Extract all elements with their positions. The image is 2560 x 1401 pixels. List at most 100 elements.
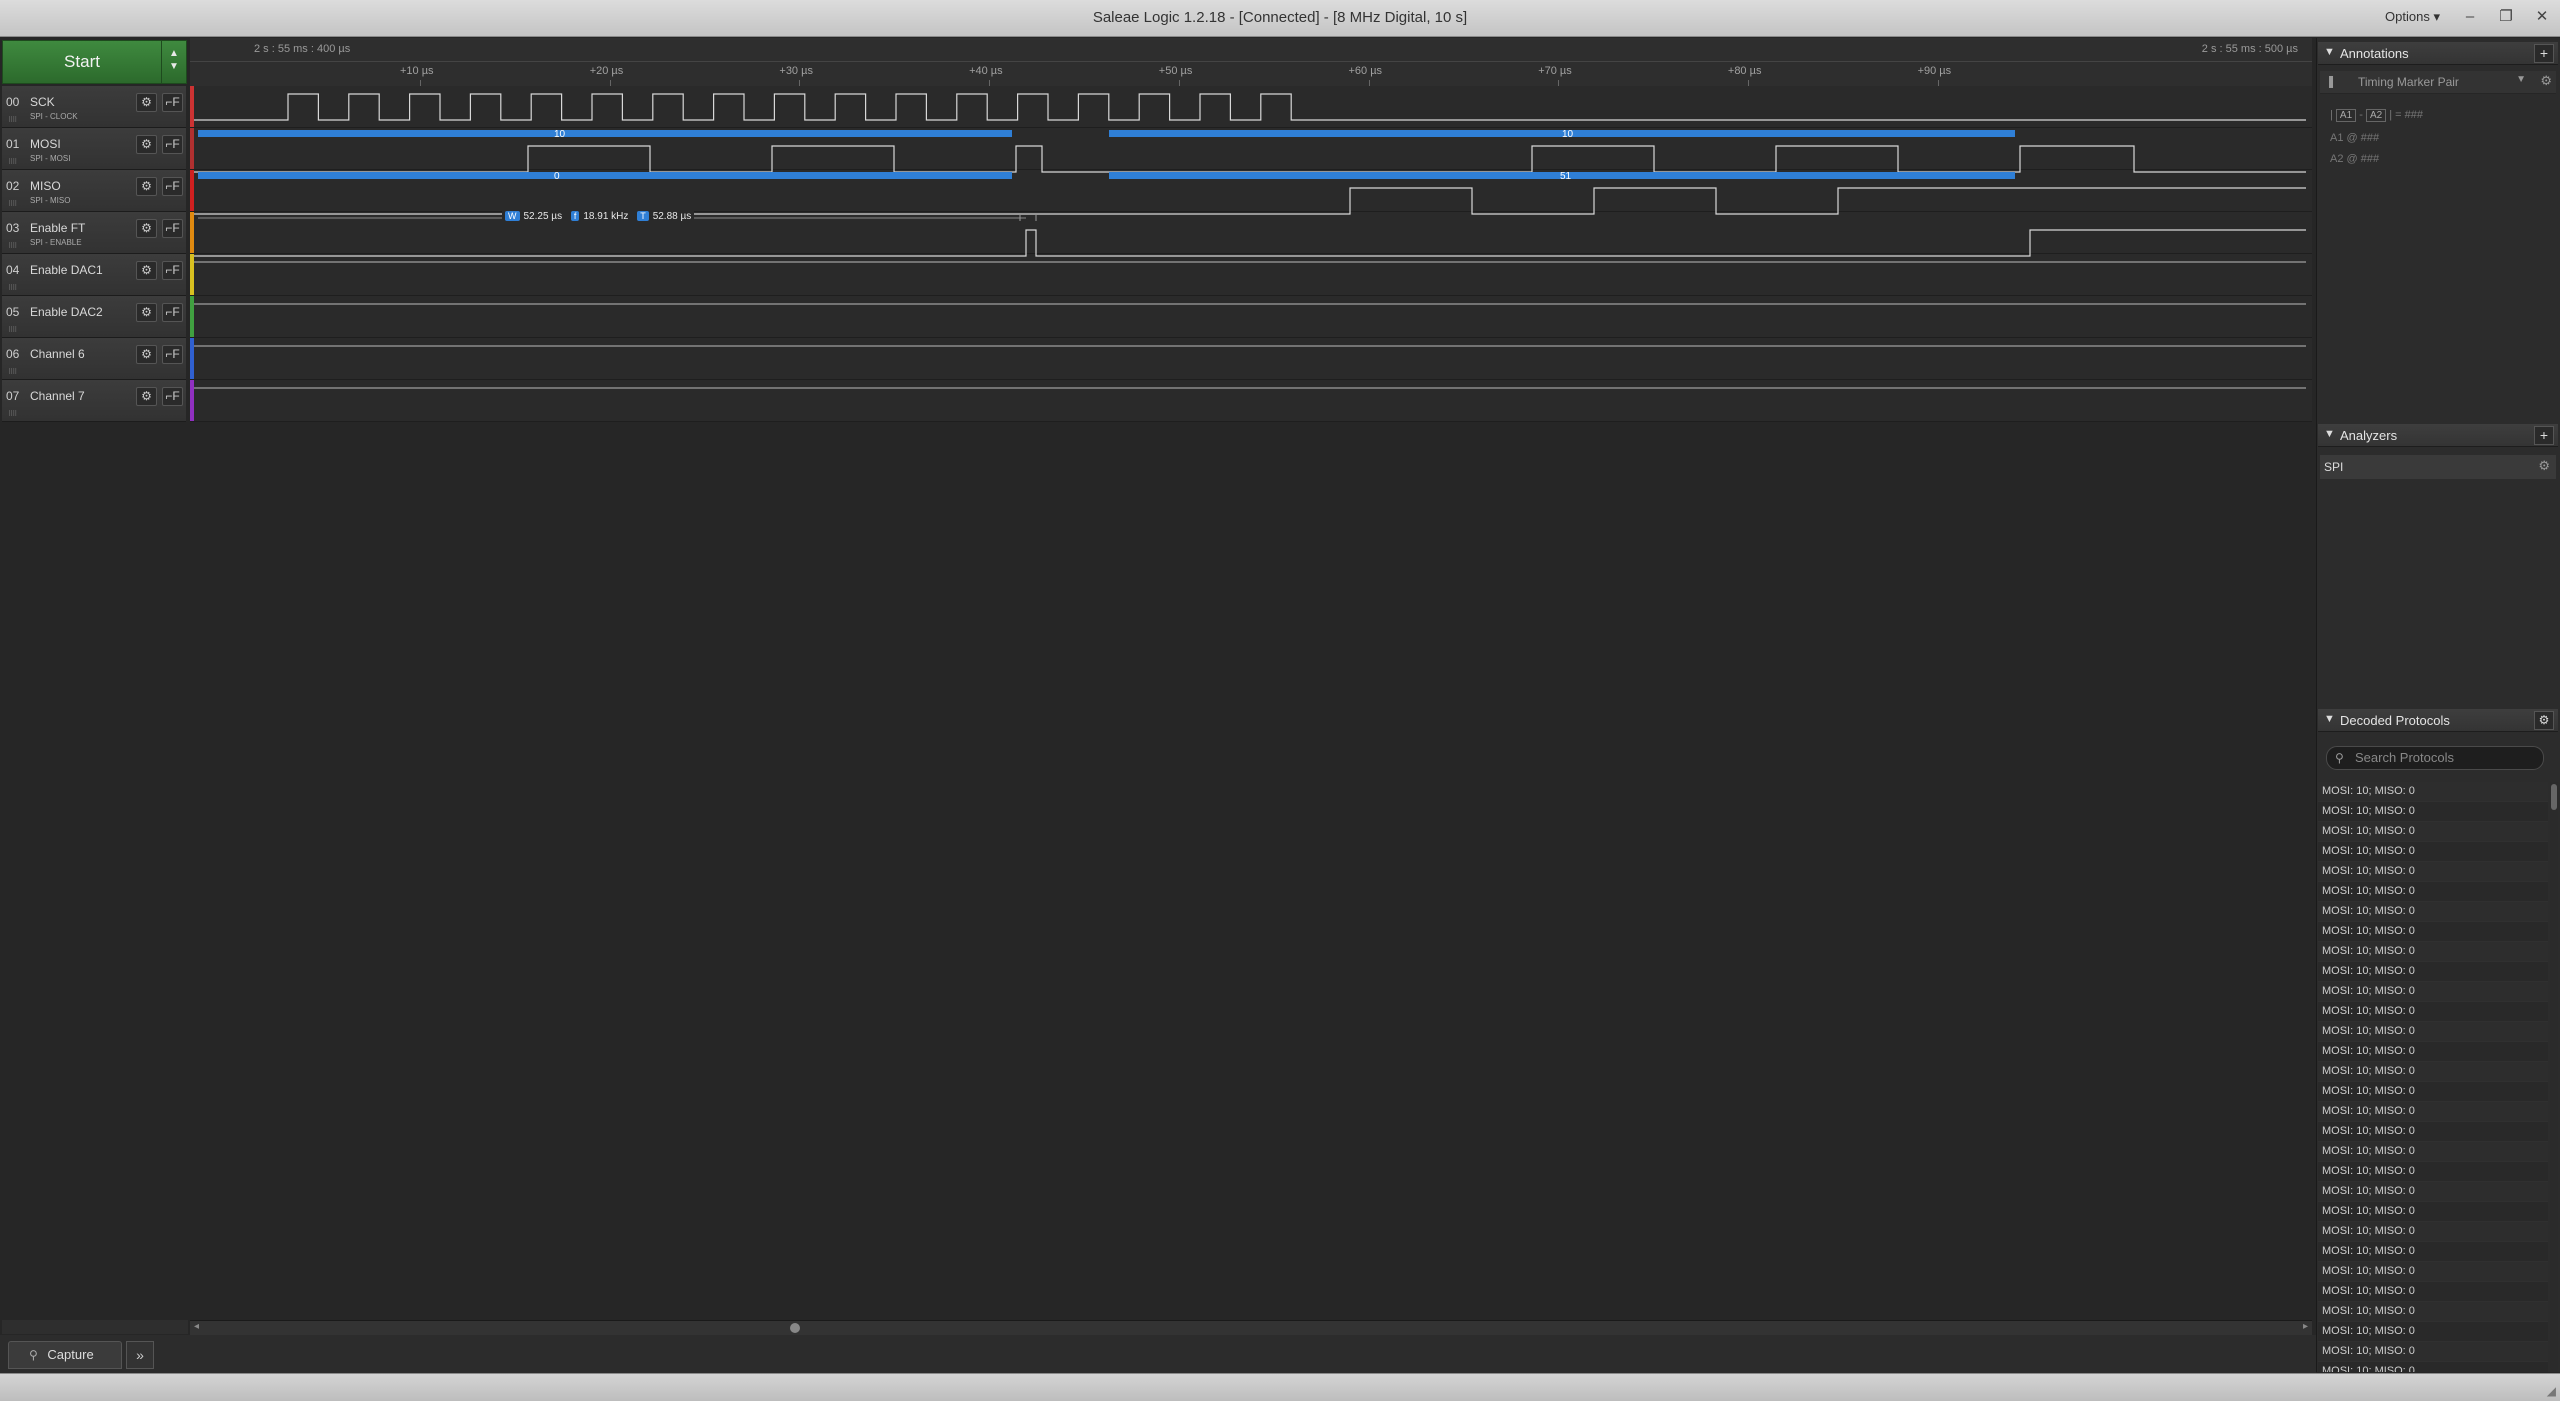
start-options-arrows[interactable]: ▲ ▼ [161,40,187,84]
add-analyzer-button[interactable]: + [2534,426,2554,445]
trigger-button[interactable]: ⌐F [162,135,183,154]
drag-handle-icon[interactable]: ⠿⠿ [8,200,17,208]
channel-settings-gear-icon[interactable]: ⚙ [136,135,157,154]
channel-settings-gear-icon[interactable]: ⚙ [136,345,157,364]
list-item[interactable]: MOSI: 10; MISO: 0 [2318,1062,2548,1082]
restore-button[interactable]: ❐ [2494,6,2518,28]
start-button[interactable]: Start [2,40,162,84]
collapse-triangle-icon[interactable]: ▼ [2324,713,2335,725]
channel-row-06[interactable]: 06 Channel 6 ⠿⠿ ⚙ ⌐F [2,338,186,380]
channel-name[interactable]: Enable DAC1 [30,263,103,277]
timing-marker-pair-row[interactable]: ❚ Timing Marker Pair ▼ ⚙ [2320,71,2556,94]
collapse-triangle-icon[interactable]: ▼ [2324,46,2335,58]
drag-handle-icon[interactable]: ⠿⠿ [8,368,17,376]
channel-row-05[interactable]: 05 Enable DAC2 ⠿⠿ ⚙ ⌐F [2,296,186,338]
channel-row-07[interactable]: 07 Channel 7 ⠿⠿ ⚙ ⌐F [2,380,186,422]
list-item[interactable]: MOSI: 10; MISO: 0 [2318,1362,2548,1372]
channel-name[interactable]: Enable FT [30,221,85,235]
channel-row-00[interactable]: 00 SCK SPI - CLOCK ⠿⠿ ⚙ ⌐F [2,86,186,128]
channel-settings-gear-icon[interactable]: ⚙ [136,219,157,238]
list-item[interactable]: MOSI: 10; MISO: 0 [2318,982,2548,1002]
list-item[interactable]: MOSI: 10; MISO: 0 [2318,822,2548,842]
list-item[interactable]: MOSI: 10; MISO: 0 [2318,1182,2548,1202]
waveform-canvas[interactable]: 10 10 0 51 [194,86,2306,426]
list-item[interactable]: MOSI: 10; MISO: 0 [2318,1242,2548,1262]
list-item[interactable]: MOSI: 10; MISO: 0 [2318,882,2548,902]
decoded-protocols-list[interactable]: MOSI: 10; MISO: 0 MOSI: 10; MISO: 0 MOSI: … [2318,782,2548,1372]
trigger-button[interactable]: ⌐F [162,387,183,406]
channel-settings-gear-icon[interactable]: ⚙ [136,387,157,406]
a1-key[interactable]: A1 [2335,109,2357,122]
channel-name[interactable]: Channel 7 [30,389,85,403]
more-tabs-button[interactable]: » [126,1341,154,1369]
list-item[interactable]: MOSI: 10; MISO: 0 [2318,1002,2548,1022]
list-item[interactable]: MOSI: 10; MISO: 0 [2318,1302,2548,1322]
timing-marker-gear-icon[interactable]: ⚙ [2540,73,2552,89]
analyzer-item-spi[interactable]: SPI ⚙ [2320,455,2556,479]
scroll-left-icon[interactable]: ◂ [194,1321,199,1332]
trigger-button[interactable]: ⌐F [162,303,183,322]
horizontal-scrollbar[interactable]: ◂ ▸ [190,1320,2312,1335]
list-item[interactable]: MOSI: 10; MISO: 0 [2318,1222,2548,1242]
trigger-button[interactable]: ⌐F [162,261,183,280]
channel-row-01[interactable]: 01 MOSI SPI - MOSI ⠿⠿ ⚙ ⌐F [2,128,186,170]
trigger-button[interactable]: ⌐F [162,345,183,364]
channel-row-04[interactable]: 04 Enable DAC1 ⠿⠿ ⚙ ⌐F [2,254,186,296]
list-item[interactable]: MOSI: 10; MISO: 0 [2318,782,2548,802]
mosi-frame-1[interactable] [198,130,1012,137]
annotations-header[interactable]: ▼ Annotations + [2318,42,2558,65]
close-button[interactable]: ✕ [2530,6,2554,28]
list-item[interactable]: MOSI: 10; MISO: 0 [2318,842,2548,862]
drag-handle-icon[interactable]: ⠿⠿ [8,326,17,334]
list-item[interactable]: MOSI: 10; MISO: 0 [2318,802,2548,822]
resize-grip-icon[interactable]: ◢ [2547,1384,2556,1398]
list-item[interactable]: MOSI: 10; MISO: 0 [2318,922,2548,942]
channel-settings-gear-icon[interactable]: ⚙ [136,303,157,322]
measurement-bubble[interactable]: W 52.25 µs f 18.91 kHz T 52.88 µs [502,211,695,225]
drag-handle-icon[interactable]: ⠿⠿ [8,284,17,292]
decoded-protocols-header[interactable]: ▼ Decoded Protocols ⚙ [2318,709,2558,732]
list-item[interactable]: MOSI: 10; MISO: 0 [2318,1342,2548,1362]
drag-handle-icon[interactable]: ⠿⠿ [8,158,17,166]
add-annotation-button[interactable]: + [2534,44,2554,63]
scroll-thumb[interactable] [790,1323,800,1333]
list-item[interactable]: MOSI: 10; MISO: 0 [2318,902,2548,922]
timeline-header[interactable]: 2 s : 55 ms : 400 µs 2 s : 55 ms : 500 µ… [190,38,2312,87]
drag-handle-icon[interactable]: ⠿⠿ [8,116,17,124]
analyzer-gear-icon[interactable]: ⚙ [2538,458,2550,474]
protocols-scroll-thumb[interactable] [2551,784,2557,810]
list-item[interactable]: MOSI: 10; MISO: 0 [2318,962,2548,982]
options-menu[interactable]: Options ▾ [2385,9,2440,25]
minimize-button[interactable]: – [2458,6,2482,28]
drag-handle-icon[interactable]: ⠿⠿ [8,242,17,250]
channel-name[interactable]: MOSI [30,137,61,151]
dropdown-icon[interactable]: ▼ [2516,74,2526,85]
miso-frame-1[interactable] [198,172,1012,179]
list-item[interactable]: MOSI: 10; MISO: 0 [2318,1322,2548,1342]
collapse-triangle-icon[interactable]: ▼ [2324,428,2335,440]
list-item[interactable]: MOSI: 10; MISO: 0 [2318,1042,2548,1062]
channel-row-03[interactable]: 03 Enable FT SPI - ENABLE ⠿⠿ ⚙ ⌐F [2,212,186,254]
decoded-protocols-gear-icon[interactable]: ⚙ [2534,711,2554,730]
list-item[interactable]: MOSI: 10; MISO: 0 [2318,1142,2548,1162]
list-item[interactable]: MOSI: 10; MISO: 0 [2318,1082,2548,1102]
channel-name[interactable]: MISO [30,179,61,193]
protocols-scrollbar[interactable] [2550,782,2558,1372]
channel-settings-gear-icon[interactable]: ⚙ [136,261,157,280]
channel-name[interactable]: SCK [30,95,55,109]
capture-tab[interactable]: ⚲ Capture [8,1341,122,1369]
list-item[interactable]: MOSI: 10; MISO: 0 [2318,1022,2548,1042]
channel-row-02[interactable]: 02 MISO SPI - MISO ⠿⠿ ⚙ ⌐F [2,170,186,212]
search-protocols-input[interactable]: ⚲ Search Protocols [2326,746,2544,770]
scroll-right-icon[interactable]: ▸ [2303,1321,2308,1332]
trigger-button[interactable]: ⌐F [162,93,183,112]
list-item[interactable]: MOSI: 10; MISO: 0 [2318,942,2548,962]
list-item[interactable]: MOSI: 10; MISO: 0 [2318,1102,2548,1122]
drag-handle-icon[interactable]: ⠿⠿ [8,410,17,418]
list-item[interactable]: MOSI: 10; MISO: 0 [2318,1162,2548,1182]
list-item[interactable]: MOSI: 10; MISO: 0 [2318,1282,2548,1302]
list-item[interactable]: MOSI: 10; MISO: 0 [2318,1122,2548,1142]
a2-key[interactable]: A2 [2365,109,2387,122]
channel-settings-gear-icon[interactable]: ⚙ [136,177,157,196]
channel-settings-gear-icon[interactable]: ⚙ [136,93,157,112]
